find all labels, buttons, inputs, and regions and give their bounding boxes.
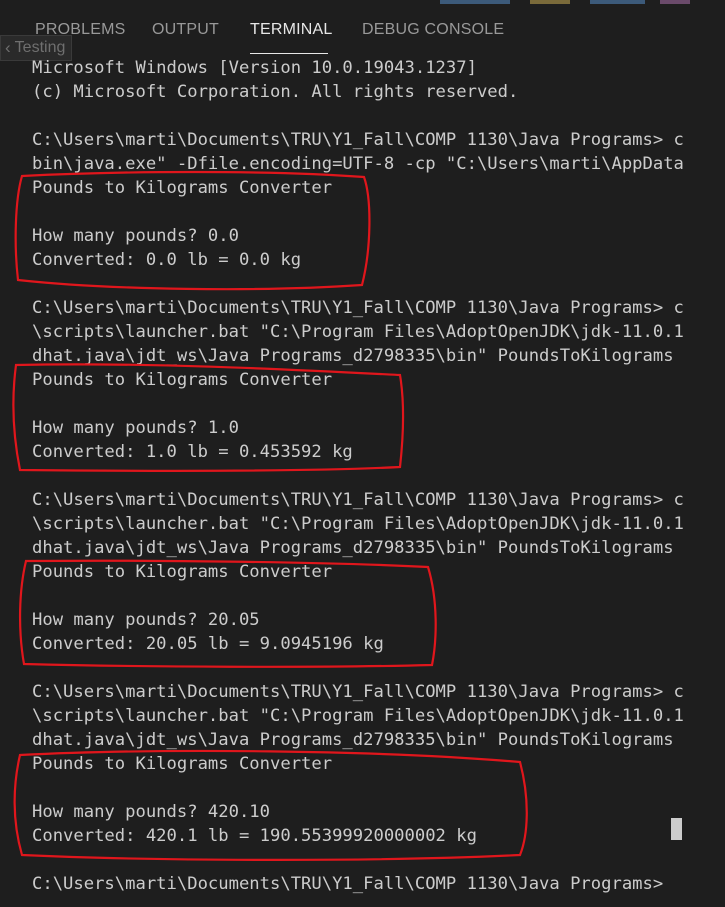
terminal-line: Converted: 1.0 lb = 0.453592 kg <box>32 442 353 462</box>
terminal-line: Pounds to Kilograms Converter <box>32 370 333 390</box>
terminal-line: bin\java.exe" -Dfile.encoding=UTF-8 -cp … <box>32 154 684 174</box>
terminal-line: How many pounds? 20.05 <box>32 610 260 630</box>
terminal-line: (c) Microsoft Corporation. All rights re… <box>32 82 519 102</box>
terminal-line: Pounds to Kilograms Converter <box>32 178 333 198</box>
terminal-line: C:\Users\marti\Documents\TRU\Y1_Fall\COM… <box>32 490 684 510</box>
tab-output[interactable]: OUTPUT <box>152 21 219 39</box>
terminal-line: C:\Users\marti\Documents\TRU\Y1_Fall\COM… <box>32 874 664 894</box>
tab-terminal[interactable]: TERMINAL <box>250 21 333 39</box>
terminal-line: C:\Users\marti\Documents\TRU\Y1_Fall\COM… <box>32 130 684 150</box>
terminal-line: dhat.java\jdt_ws\Java Programs_d2798335\… <box>32 346 674 366</box>
editor-remnant <box>440 0 700 6</box>
terminal-cursor <box>671 818 682 840</box>
terminal-line: Microsoft Windows [Version 10.0.19043.12… <box>32 58 477 78</box>
terminal-line: dhat.java\jdt_ws\Java Programs_d2798335\… <box>32 730 674 750</box>
terminal-line: dhat.java\jdt_ws\Java Programs_d2798335\… <box>32 538 674 558</box>
terminal-line: How many pounds? 1.0 <box>32 418 239 438</box>
terminal-line: C:\Users\marti\Documents\TRU\Y1_Fall\COM… <box>32 682 684 702</box>
terminal-line: \scripts\launcher.bat "C:\Program Files\… <box>32 322 684 342</box>
tab-debug-console[interactable]: DEBUG CONSOLE <box>362 21 504 39</box>
terminal-output[interactable]: Microsoft Windows [Version 10.0.19043.12… <box>32 54 725 907</box>
chevron-left-icon: ‹ <box>5 38 11 57</box>
terminal-line: Converted: 0.0 lb = 0.0 kg <box>32 250 302 270</box>
terminal-line: Converted: 20.05 lb = 9.0945196 kg <box>32 634 384 654</box>
terminal-line: Pounds to Kilograms Converter <box>32 754 333 774</box>
terminal-line: C:\Users\marti\Documents\TRU\Y1_Fall\COM… <box>32 298 684 318</box>
terminal-line: \scripts\launcher.bat "C:\Program Files\… <box>32 706 684 726</box>
panel-tab-bar: PROBLEMS OUTPUT TERMINAL DEBUG CONSOLE ‹… <box>0 0 725 61</box>
terminal-line: How many pounds? 0.0 <box>32 226 239 246</box>
terminal-line: \scripts\launcher.bat "C:\Program Files\… <box>32 514 684 534</box>
terminal-line: How many pounds? 420.10 <box>32 802 270 822</box>
terminal-line: Converted: 420.1 lb = 190.55399920000002… <box>32 826 477 846</box>
terminal-line: Pounds to Kilograms Converter <box>32 562 333 582</box>
